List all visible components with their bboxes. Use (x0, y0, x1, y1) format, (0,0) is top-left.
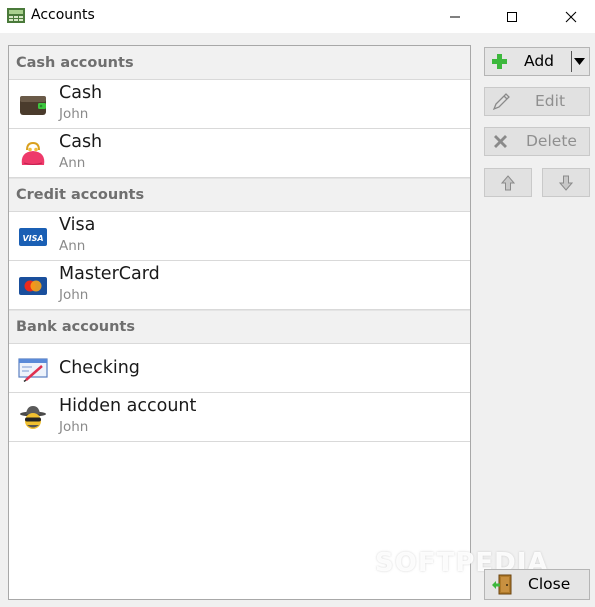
close-button[interactable]: Close (484, 569, 590, 600)
list-item[interactable]: Cash John (9, 80, 470, 129)
plus-icon (492, 54, 507, 69)
minimize-button[interactable] (432, 0, 478, 33)
title-bar: Accounts (0, 0, 595, 33)
list-item[interactable]: Checking (9, 344, 470, 393)
maximize-icon (507, 11, 517, 22)
app-icon (7, 8, 25, 23)
edit-button[interactable]: Edit (484, 87, 590, 116)
spy-icon (20, 406, 46, 429)
arrow-up-icon (501, 174, 515, 190)
list-item[interactable]: MasterCard John (9, 261, 470, 310)
close-icon (565, 11, 577, 22)
arrow-down-icon (559, 175, 573, 191)
minimize-icon (450, 16, 460, 17)
svg-text:VISA: VISA (22, 234, 43, 243)
list-item[interactable]: Hidden account John (9, 393, 470, 442)
pencil-icon (492, 93, 510, 111)
move-up-button[interactable] (484, 168, 532, 197)
add-button[interactable]: Add (484, 47, 590, 76)
list-item[interactable]: VISA Visa Ann (9, 212, 470, 261)
visa-card-icon: VISA (19, 228, 47, 246)
group-header-bank: Bank accounts (9, 310, 470, 344)
purse-icon (21, 141, 45, 165)
delete-button[interactable]: Delete (484, 127, 590, 156)
maximize-button[interactable] (489, 0, 535, 33)
list-item[interactable]: Cash Ann (9, 129, 470, 178)
exit-door-icon (492, 574, 512, 595)
window-close-button[interactable] (548, 0, 594, 33)
move-down-button[interactable] (542, 168, 590, 197)
wallet-icon (20, 96, 46, 115)
split-divider (571, 51, 572, 72)
group-header-cash: Cash accounts (9, 46, 470, 80)
cheque-icon (18, 358, 48, 382)
window-title: Accounts (31, 7, 95, 23)
accounts-list[interactable]: Cash accounts Cash John Cash Ann Credit … (8, 45, 471, 600)
delete-x-icon (494, 135, 507, 148)
group-header-credit: Credit accounts (9, 178, 470, 212)
mastercard-icon (19, 277, 47, 295)
dropdown-arrow-icon[interactable] (574, 58, 585, 65)
